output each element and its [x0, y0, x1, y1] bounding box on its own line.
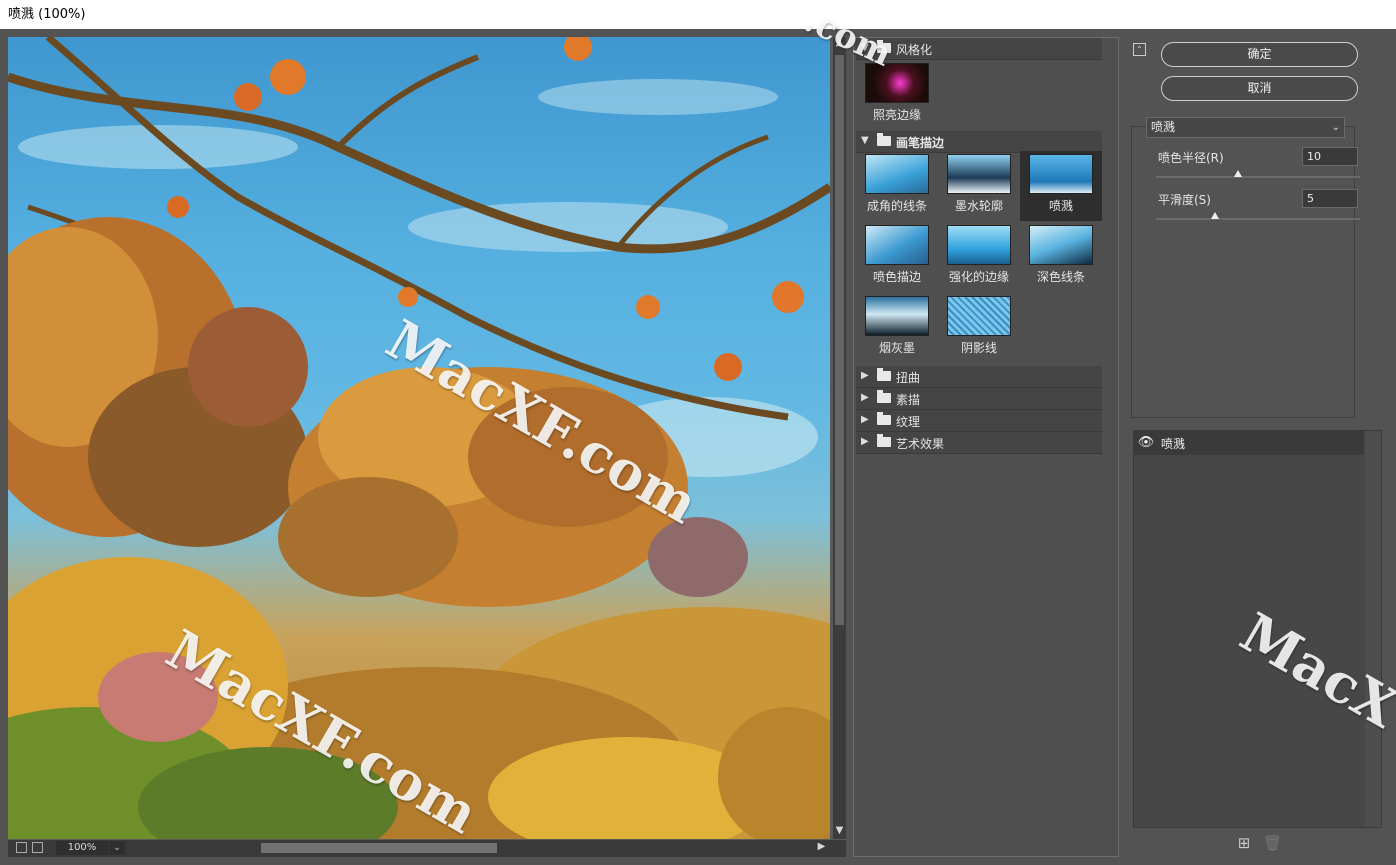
- folder-icon: [877, 40, 891, 53]
- filter-settings-panel: [1131, 126, 1355, 418]
- thumbnail-spatter: [1029, 154, 1093, 194]
- category-label: 风格化: [896, 43, 933, 57]
- scroll-right-icon[interactable]: ▶: [815, 841, 828, 852]
- new-effect-layer-icon[interactable]: ⊞: [1237, 836, 1251, 851]
- filter-dark-strokes[interactable]: 深色线条: [1020, 222, 1102, 292]
- filter-angled-strokes[interactable]: 成角的线条: [856, 151, 938, 221]
- title-bar: 喷溅 (100%): [0, 0, 1396, 29]
- category-texture[interactable]: ▶ 纹理: [856, 410, 1102, 432]
- preview-status-bar: 100% ⌄ ◀ ▶: [8, 840, 846, 857]
- expand-down-icon: ▼: [861, 42, 869, 53]
- filter-label: 烟灰墨: [878, 341, 915, 355]
- window-title: 喷溅 (100%): [8, 7, 86, 22]
- filter-label: 照亮边缘: [872, 108, 921, 122]
- effect-layers-panel: [1133, 430, 1382, 828]
- category-brush-strokes[interactable]: ▼ 画笔描边: [856, 131, 1102, 153]
- filter-select-value: 喷溅: [1151, 120, 1176, 134]
- filter-glowing-edges[interactable]: 照亮边缘: [856, 60, 938, 130]
- preview-image[interactable]: MacXF.com MacXF.com: [8, 37, 830, 839]
- ok-button[interactable]: 确定: [1161, 42, 1358, 67]
- filter-label: 深色线条: [1036, 270, 1085, 284]
- filter-accented-edges[interactable]: 强化的边缘: [938, 222, 1020, 292]
- folder-icon: [877, 412, 891, 425]
- filter-gallery: ▼ 风格化 照亮边缘 ▼ 画笔描边 成角的线条 墨水轮廓 喷溅 喷色描边 强化的…: [853, 37, 1119, 857]
- spray-radius-label: 喷色半径(R): [1158, 151, 1224, 165]
- horizontal-scroll-thumb[interactable]: [261, 843, 497, 853]
- filter-label: 喷溅: [1048, 199, 1073, 213]
- filter-sumi-e[interactable]: 烟灰墨: [856, 293, 938, 363]
- expand-right-icon: ▶: [861, 392, 869, 403]
- spray-radius-slider-knob[interactable]: [1233, 170, 1242, 177]
- filter-select[interactable]: 喷溅 ⌄: [1146, 117, 1345, 138]
- folder-icon: [877, 434, 891, 447]
- category-artistic[interactable]: ▶ 艺术效果: [856, 432, 1102, 454]
- expand-down-icon: ▼: [861, 135, 869, 146]
- scroll-up-icon[interactable]: ▲: [833, 37, 846, 48]
- thumbnail-ink-outlines: [947, 154, 1011, 194]
- preview-horizontal-scrollbar[interactable]: [244, 841, 834, 855]
- zoom-field[interactable]: 100%: [56, 841, 108, 855]
- spray-radius-input[interactable]: 10: [1302, 147, 1358, 166]
- category-label: 素描: [896, 393, 921, 407]
- filter-label: 阴影线: [960, 341, 997, 355]
- category-distort[interactable]: ▶ 扭曲: [856, 366, 1102, 388]
- filter-label: 成角的线条: [866, 199, 927, 213]
- chevron-down-icon: ⌄: [1331, 122, 1340, 133]
- smoothness-input[interactable]: 5: [1302, 189, 1358, 208]
- category-label: 画笔描边: [896, 136, 945, 150]
- thumbnail-sprayed-strokes: [865, 225, 929, 265]
- expand-right-icon: ▶: [861, 370, 869, 381]
- smoothness-label: 平滑度(S): [1158, 193, 1211, 207]
- category-sketch[interactable]: ▶ 素描: [856, 388, 1102, 410]
- filter-crosshatch[interactable]: 阴影线: [938, 293, 1020, 363]
- spray-radius-slider[interactable]: [1156, 170, 1360, 178]
- preview-pane: MacXF.com MacXF.com ▲ ▼: [8, 37, 846, 841]
- zoom-in-button[interactable]: [32, 842, 43, 853]
- layers-scrollbar[interactable]: [1365, 431, 1381, 827]
- expand-right-icon: ▶: [861, 436, 869, 447]
- effect-layer-name: 喷溅: [1161, 437, 1186, 451]
- expand-right-icon: ▶: [861, 414, 869, 425]
- thumbnail-sumi-e: [865, 296, 929, 336]
- filter-spatter[interactable]: 喷溅: [1020, 151, 1102, 221]
- filter-label: 喷色描边: [872, 270, 921, 284]
- zoom-dropdown-icon[interactable]: ⌄: [109, 841, 125, 855]
- eye-icon[interactable]: 👁: [1135, 431, 1157, 455]
- delete-effect-layer-icon[interactable]: 🗑: [1263, 836, 1282, 851]
- folder-icon: [877, 368, 891, 381]
- folder-icon: [877, 390, 891, 403]
- cancel-button[interactable]: 取消: [1161, 76, 1358, 101]
- thumbnail-accented-edges: [947, 225, 1011, 265]
- thumbnail-dark-strokes: [1029, 225, 1093, 265]
- folder-icon: [877, 133, 891, 146]
- category-label: 艺术效果: [896, 437, 945, 451]
- scroll-down-icon[interactable]: ▼: [833, 825, 846, 836]
- category-label: 纹理: [896, 415, 921, 429]
- category-stylize[interactable]: ▼ 风格化: [856, 38, 1102, 60]
- preview-painting: [8, 37, 830, 839]
- filter-label: 墨水轮廓: [954, 199, 1003, 213]
- thumbnail-glowing-edges: [865, 63, 929, 103]
- vertical-scroll-thumb[interactable]: [835, 55, 844, 625]
- smoothness-slider[interactable]: [1156, 212, 1360, 220]
- filter-label: 强化的边缘: [948, 270, 1009, 284]
- thumbnail-crosshatch: [947, 296, 1011, 336]
- collapse-gallery-icon[interactable]: ⌃: [1133, 43, 1146, 56]
- category-label: 扭曲: [896, 371, 921, 385]
- zoom-out-button[interactable]: [16, 842, 27, 853]
- filter-sprayed-strokes[interactable]: 喷色描边: [856, 222, 938, 292]
- smoothness-slider-knob[interactable]: [1211, 212, 1220, 219]
- filter-ink-outlines[interactable]: 墨水轮廓: [938, 151, 1020, 221]
- thumbnail-angled-strokes: [865, 154, 929, 194]
- preview-vertical-scrollbar[interactable]: ▲ ▼: [833, 37, 846, 839]
